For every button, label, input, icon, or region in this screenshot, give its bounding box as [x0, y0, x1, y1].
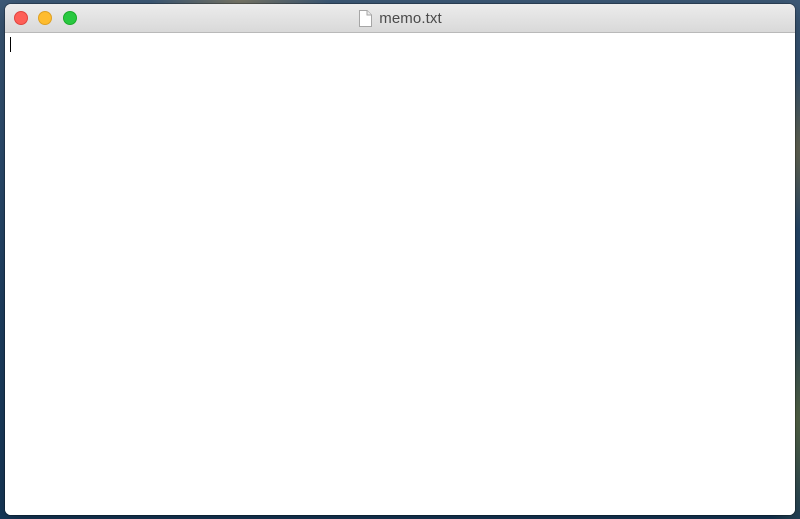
title-bar[interactable]: memo.txt: [5, 4, 795, 33]
window-title: memo.txt: [379, 9, 442, 27]
text-editor-window: memo.txt: [5, 4, 795, 515]
text-cursor: [10, 37, 11, 52]
document-icon: [359, 9, 373, 27]
text-editor-area[interactable]: [5, 33, 795, 515]
window-title-group: memo.txt: [5, 4, 795, 32]
